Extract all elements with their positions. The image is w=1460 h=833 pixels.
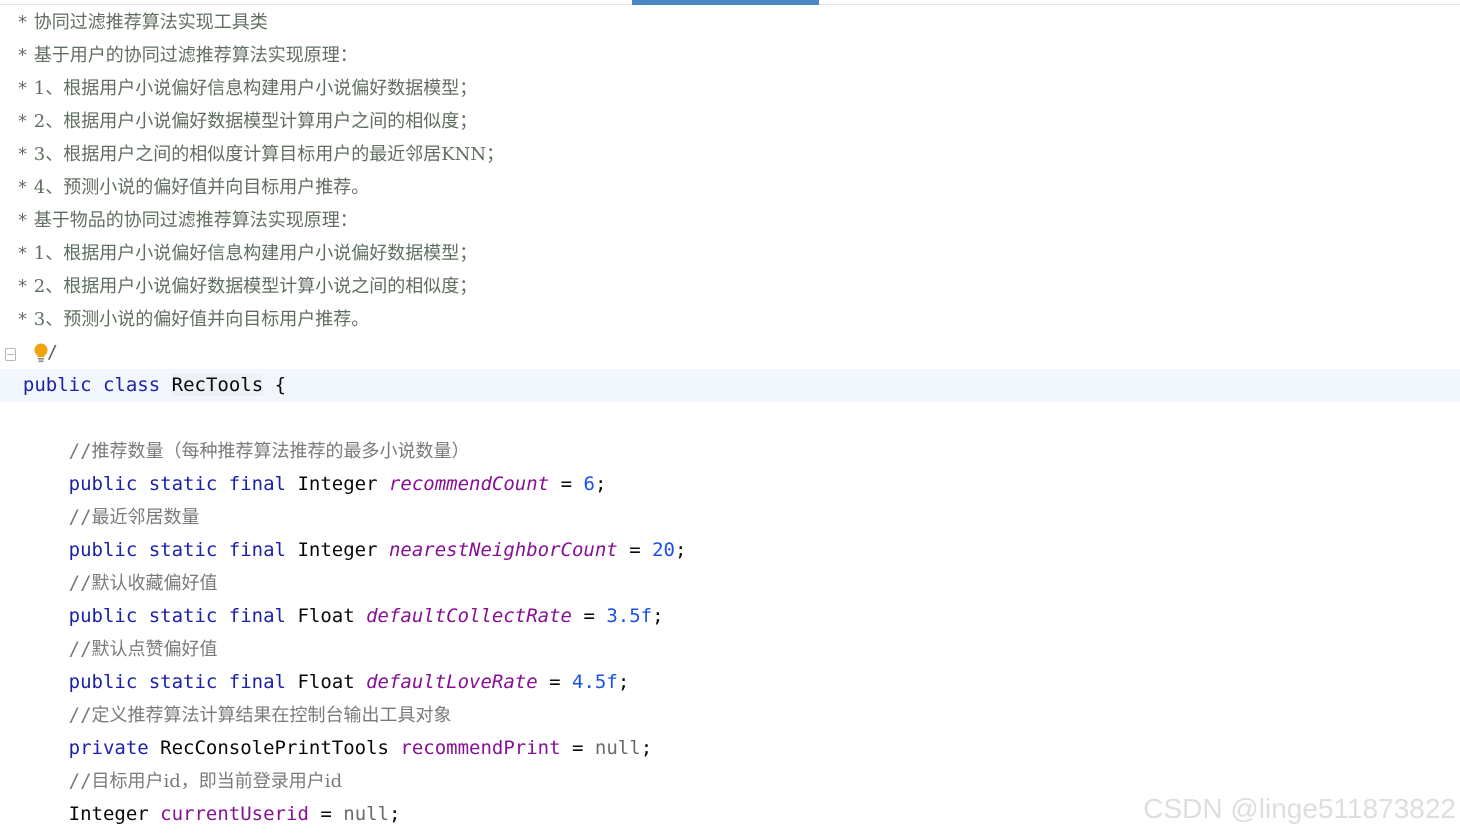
doc-comment-text: 基于物品的协同过滤推荐算法实现原理： xyxy=(33,210,358,231)
code-comment-line: //默认收藏偏好值 xyxy=(68,572,218,594)
active-tab-indicator[interactable] xyxy=(632,0,819,5)
doc-comment-line: * 3、根据用户之间的相似度计算目标用户的最近邻居KNN； xyxy=(17,144,505,165)
field-declaration: public static final Float defaultCollect… xyxy=(68,605,664,627)
doc-comment-close: / xyxy=(47,342,58,363)
class-declaration-line: public class RecTools { xyxy=(0,369,1460,402)
doc-comment-line: * 基于物品的协同过滤推荐算法实现原理： xyxy=(17,210,358,231)
doc-comment-line: * 3、预测小说的偏好值并向目标用户推荐。 xyxy=(17,309,370,330)
doc-comment-text: 2、根据用户小说偏好数据模型计算小说之间的相似度； xyxy=(33,276,478,297)
doc-comment-text: 3、根据用户之间的相似度计算目标用户的最近邻居KNN； xyxy=(33,144,505,165)
doc-comment-text: 1、根据用户小说偏好信息构建用户小说偏好数据模型； xyxy=(33,243,478,264)
code-editor[interactable]: * 协同过滤推荐算法实现工具类 * 基于用户的协同过滤推荐算法实现原理： * 1… xyxy=(0,6,1460,831)
doc-comment-line: * 1、根据用户小说偏好信息构建用户小说偏好数据模型； xyxy=(17,78,478,99)
doc-comment-line: * 协同过滤推荐算法实现工具类 xyxy=(17,12,268,33)
code-comment-line: //默认点赞偏好值 xyxy=(68,638,218,660)
doc-comment-text: 3、预测小说的偏好值并向目标用户推荐。 xyxy=(33,309,370,330)
doc-comment-line: * 2、根据用户小说偏好数据模型计算用户之间的相似度； xyxy=(17,111,478,132)
doc-comment-line: * 1、根据用户小说偏好信息构建用户小说偏好数据模型； xyxy=(17,243,478,264)
doc-comment-line: * 基于用户的协同过滤推荐算法实现原理： xyxy=(17,45,358,66)
class-name[interactable]: RecTools xyxy=(171,374,264,396)
field-declaration: public static final Float defaultLoveRat… xyxy=(68,671,630,693)
fold-marker-icon[interactable] xyxy=(5,348,16,361)
code-comment-line: //定义推荐算法计算结果在控制台输出工具对象 xyxy=(68,704,452,726)
doc-comment-text: 协同过滤推荐算法实现工具类 xyxy=(33,12,268,33)
doc-comment-line: * 4、预测小说的偏好值并向目标用户推荐。 xyxy=(17,177,370,198)
editor-window: { "doc_comment": [ {"star": "*", "text":… xyxy=(0,0,1460,833)
field-declaration: private RecConsolePrintTools recommendPr… xyxy=(68,737,653,759)
doc-comment-text: 基于用户的协同过滤推荐算法实现原理： xyxy=(33,45,358,66)
field-declaration: public static final Integer recommendCou… xyxy=(68,473,607,495)
field-declaration: public static final Integer nearestNeigh… xyxy=(68,539,687,561)
doc-comment-text: 2、根据用户小说偏好数据模型计算用户之间的相似度； xyxy=(33,111,478,132)
doc-comment-line: * 2、根据用户小说偏好数据模型计算小说之间的相似度； xyxy=(17,276,478,297)
watermark: CSDN @linge511873822 xyxy=(1143,793,1456,824)
doc-comment-text: 1、根据用户小说偏好信息构建用户小说偏好数据模型； xyxy=(33,78,478,99)
code-comment-line: //最近邻居数量 xyxy=(68,506,200,528)
doc-comment-text: 4、预测小说的偏好值并向目标用户推荐。 xyxy=(33,177,370,198)
code-comment-line: //推荐数量（每种推荐算法推荐的最多小说数量） xyxy=(68,440,470,462)
doc-comment-end-line: / xyxy=(0,336,1460,369)
